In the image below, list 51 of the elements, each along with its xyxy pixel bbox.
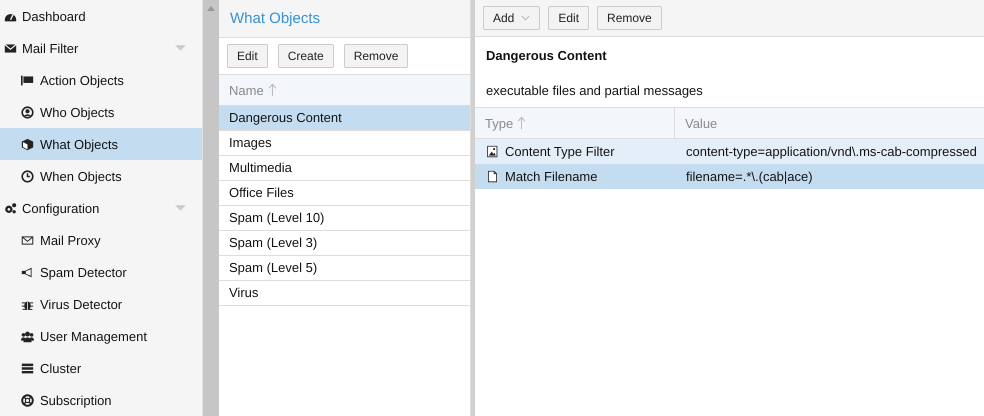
toolbar-button[interactable]: Remove xyxy=(344,44,408,68)
envelope-icon xyxy=(21,234,34,246)
table-row[interactable]: Match Filename filename=.*\.(cab|ace) xyxy=(475,164,984,189)
table-cell: Match Filename xyxy=(505,169,598,184)
envelope-icon xyxy=(4,42,17,54)
table-row[interactable]: Content Type Filter content-type=application/vnd\.ms-cab-compressed xyxy=(475,139,984,164)
nav-item[interactable]: Mail Filter xyxy=(0,32,202,64)
server-stack-icon xyxy=(21,362,34,374)
user-icon xyxy=(21,106,34,118)
users-icon xyxy=(21,330,34,342)
nav-item[interactable]: Dashboard xyxy=(0,0,202,32)
dropdown-button[interactable]: Add xyxy=(483,6,540,30)
megaphone-icon xyxy=(21,266,34,278)
chevron-down-icon xyxy=(521,15,530,21)
table-cell: Content Type Filter xyxy=(505,144,615,159)
cube-icon xyxy=(21,138,34,150)
table-cell-text: filename=.*\.(cab|ace) xyxy=(685,169,814,184)
nav-item[interactable]: Spam Detector xyxy=(0,256,202,288)
table-row[interactable]: Dangerous Content xyxy=(219,106,470,131)
toolbar-button[interactable]: Edit xyxy=(227,44,268,68)
clock-icon xyxy=(21,170,34,182)
table-cell-text: content-type=application/vnd\.ms-cab-compressed xyxy=(685,144,978,159)
nav-item[interactable]: User Management xyxy=(0,320,202,352)
scroll-up-icon[interactable] xyxy=(207,6,215,11)
nav-item[interactable]: Action Objects xyxy=(0,64,202,96)
image-file-icon xyxy=(486,145,499,158)
table-row[interactable]: Spam (Level 10) xyxy=(219,206,470,231)
toolbar-button[interactable]: Create xyxy=(278,44,334,68)
life-ring-icon xyxy=(21,394,34,406)
nav-item[interactable]: Mail Proxy xyxy=(0,224,202,256)
nav-item[interactable]: Subscription xyxy=(0,384,202,416)
record-title: Dangerous Content xyxy=(485,46,608,65)
table-row[interactable]: Spam (Level 5) xyxy=(219,256,470,281)
file-icon xyxy=(486,170,499,183)
panel-title: What Objects xyxy=(219,0,470,38)
table-row[interactable]: Office Files xyxy=(219,181,470,206)
nav-item[interactable]: What Objects xyxy=(0,128,202,160)
nav-item[interactable]: Cluster xyxy=(0,352,202,384)
table-row[interactable]: Virus xyxy=(219,281,470,306)
nav-item[interactable]: Who Objects xyxy=(0,96,202,128)
toolbar-button[interactable]: Edit xyxy=(548,6,590,30)
toolbar-button[interactable]: Remove xyxy=(597,6,662,30)
nav-item[interactable]: Virus Detector xyxy=(0,288,202,320)
table-row[interactable]: Images xyxy=(219,131,470,156)
nav-item[interactable]: When Objects xyxy=(0,160,202,192)
table-row[interactable]: Spam (Level 3) xyxy=(219,231,470,256)
sort-arrow-icon xyxy=(268,83,277,97)
nav-item[interactable]: Configuration xyxy=(0,192,202,224)
flag-icon xyxy=(21,74,34,86)
table-row[interactable]: Multimedia xyxy=(219,156,470,181)
sort-arrow-icon xyxy=(517,116,526,130)
